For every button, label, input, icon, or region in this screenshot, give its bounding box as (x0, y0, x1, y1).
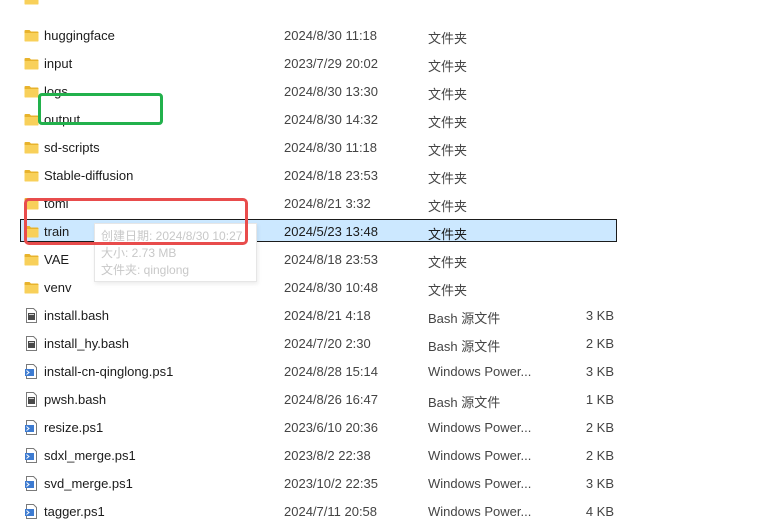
file-name: VAE (44, 252, 70, 267)
file-row[interactable] (0, 0, 773, 22)
file-type: 文件夹 (428, 171, 468, 186)
file-name: sdxl_merge.ps1 (44, 448, 136, 463)
file-date: 2024/8/28 15:14 (284, 364, 378, 379)
folder-icon (24, 113, 39, 126)
file-row[interactable]: tagger.ps1 2024/7/11 20:58 Windows Power..… (0, 498, 773, 526)
file-date: 2023/8/2 22:38 (284, 448, 371, 463)
powershell-file-icon (24, 448, 39, 463)
file-row[interactable]: sdxl_merge.ps1 2023/8/2 22:38 Windows Powe… (0, 442, 773, 470)
folder-icon (24, 169, 39, 182)
bash-file-icon (24, 308, 39, 323)
file-name: venv (44, 280, 72, 295)
folder-icon (24, 281, 39, 294)
file-type: 文件夹 (428, 31, 468, 46)
file-name: sd-scripts (44, 140, 100, 155)
file-name: install-cn-qinglong.ps1 (44, 364, 174, 379)
file-row[interactable]: huggingface 2024/8/30 11:18 文件夹 (0, 22, 773, 50)
file-type: Windows Power... (428, 476, 532, 491)
file-row[interactable]: install_hy.bash 2024/7/20 2:30 Bash 源文件 2 K… (0, 330, 773, 358)
folder-icon (24, 0, 39, 5)
file-date: 2024/8/21 3:32 (284, 196, 371, 211)
file-row[interactable]: pwsh.bash 2024/8/26 16:47 Bash 源文件 1 KB (0, 386, 773, 414)
file-date: 2023/7/29 20:02 (284, 56, 378, 71)
file-size: 3 KB (585, 476, 614, 491)
file-row[interactable]: input 2023/7/29 20:02 文件夹 (0, 50, 773, 78)
powershell-file-icon (24, 364, 39, 379)
red-annotation-box (24, 198, 248, 245)
file-date: 2024/8/30 13:30 (284, 84, 378, 99)
bash-file-icon (24, 392, 39, 407)
file-type: 文件夹 (428, 143, 468, 158)
file-size: 2 KB (585, 420, 614, 435)
folder-icon (24, 253, 39, 266)
green-annotation-box (38, 93, 163, 125)
file-type: Windows Power... (428, 420, 532, 435)
file-type: Windows Power... (428, 448, 532, 463)
file-date: 2024/8/30 14:32 (284, 112, 378, 127)
file-size: 1 KB (585, 392, 614, 407)
file-date: 2023/6/10 20:36 (284, 420, 378, 435)
file-size: 3 KB (585, 308, 614, 323)
file-size: 4 KB (585, 504, 614, 519)
file-row[interactable]: install.bash 2024/8/21 4:18 Bash 源文件 3 KB (0, 302, 773, 330)
folder-icon (24, 141, 39, 154)
file-name: install.bash (44, 308, 110, 323)
bash-file-icon (24, 336, 39, 351)
file-row[interactable]: install-cn-qinglong.ps1 2024/8/28 15:14 Wi… (0, 358, 773, 386)
file-type: 文件夹 (428, 199, 468, 214)
file-date: 2024/7/20 2:30 (284, 336, 371, 351)
file-date: 2024/8/30 11:18 (284, 28, 378, 43)
file-type: 文件夹 (428, 115, 468, 130)
file-type: 文件夹 (428, 87, 468, 102)
file-date: 2023/10/2 22:35 (284, 476, 378, 491)
tooltip-size: 大小: 2.73 MB (101, 246, 177, 260)
file-row[interactable]: resize.ps1 2023/6/10 20:36 Windows Power..… (0, 414, 773, 442)
file-date: 2024/8/18 23:53 (284, 168, 378, 183)
file-type: Bash 源文件 (428, 311, 501, 326)
file-date: 2024/8/18 23:53 (284, 252, 378, 267)
file-date: 2024/8/26 16:47 (284, 392, 378, 407)
file-name: resize.ps1 (44, 420, 104, 435)
file-name: pwsh.bash (44, 392, 107, 407)
file-row[interactable]: svd_merge.ps1 2023/10/2 22:35 Windows Powe… (0, 470, 773, 498)
file-date: 2024/8/30 10:48 (284, 280, 378, 295)
file-type: Windows Power... (428, 504, 532, 519)
folder-icon (24, 29, 39, 42)
file-date: 2024/7/11 20:58 (284, 504, 378, 519)
file-type: Bash 源文件 (428, 395, 501, 410)
file-date: 2024/8/30 11:18 (284, 140, 378, 155)
file-name: install_hy.bash (44, 336, 130, 351)
file-type: 文件夹 (428, 227, 468, 242)
powershell-file-icon (24, 420, 39, 435)
file-date: 2024/8/21 4:18 (284, 308, 371, 323)
file-date: 2024/5/23 13:48 (284, 224, 378, 239)
file-name: huggingface (44, 28, 115, 43)
powershell-file-icon (24, 476, 39, 491)
file-name: Stable-diffusion (44, 168, 134, 183)
file-size: 2 KB (585, 448, 614, 463)
file-name: svd_merge.ps1 (44, 476, 133, 491)
powershell-file-icon (24, 504, 39, 519)
file-name: tagger.ps1 (44, 504, 105, 519)
file-size: 3 KB (585, 364, 614, 379)
folder-icon (24, 57, 39, 70)
file-type: 文件夹 (428, 255, 468, 270)
folder-icon (24, 85, 39, 98)
file-row[interactable]: sd-scripts 2024/8/30 11:18 文件夹 (0, 134, 773, 162)
file-type: 文件夹 (428, 283, 468, 298)
file-row[interactable]: Stable-diffusion 2024/8/18 23:53 文件夹 (0, 162, 773, 190)
tooltip-folders: 文件夹: qinglong (101, 263, 190, 277)
file-name: input (44, 56, 73, 71)
file-type: Windows Power... (428, 364, 532, 379)
file-type: 文件夹 (428, 59, 468, 74)
file-type: Bash 源文件 (428, 339, 501, 354)
file-size: 2 KB (585, 336, 614, 351)
